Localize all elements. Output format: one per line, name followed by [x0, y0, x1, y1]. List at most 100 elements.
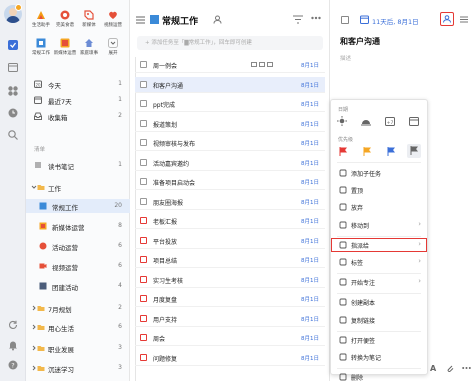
folder-july-plan[interactable]: 7月规划 2	[26, 301, 130, 315]
nav-inbox[interactable]: 收集箱 2	[26, 109, 130, 123]
menu-icon[interactable]	[136, 16, 145, 24]
quick-item-recipes[interactable]: 完美食谱	[53, 10, 77, 34]
menu-item-link[interactable]: 复制链接	[331, 313, 427, 327]
calendar-icon[interactable]	[360, 15, 369, 24]
focus-icon	[339, 278, 347, 286]
menu-item-abandon[interactable]: 放弃	[331, 200, 427, 214]
custom-date-icon[interactable]	[409, 116, 419, 126]
folder-mindful-life[interactable]: 用心生活 6	[26, 320, 130, 334]
task-title: 实习生考核	[153, 277, 184, 285]
task-checkbox[interactable]	[140, 197, 147, 205]
quick-item-life-assistant[interactable]: 生活助手	[29, 10, 53, 34]
task-row[interactable]: 平台投放 8月1日	[135, 233, 325, 249]
share-member-icon[interactable]	[213, 15, 222, 24]
task-checkbox[interactable]	[140, 178, 147, 185]
checkbox-icon[interactable]	[6, 38, 20, 52]
list-reading-notes[interactable]: 读书笔记 1	[26, 158, 130, 172]
nav-next-7-days[interactable]: 最近7天 1	[26, 93, 130, 107]
task-checkbox[interactable]	[140, 139, 147, 146]
clock-icon[interactable]	[6, 106, 20, 120]
menu-item-pin[interactable]: 置顶	[331, 183, 427, 197]
menu-item-assign[interactable]: 指派给 ›	[331, 237, 427, 252]
task-row[interactable]: 周会 8月1日	[135, 330, 325, 346]
menu-item-focus[interactable]: 开始专注 ›	[331, 275, 427, 289]
task-checkbox[interactable]	[140, 353, 147, 361]
task-row[interactable]: ppt完成 8月1日	[135, 96, 325, 112]
priority-medium-flag-icon[interactable]	[363, 147, 371, 156]
task-due-date: 8月1日	[301, 160, 319, 167]
menu-item-subtask[interactable]: 添加子任务	[331, 166, 427, 180]
task-checkbox[interactable]	[140, 217, 147, 224]
task-checkbox[interactable]	[140, 334, 147, 341]
folder-work[interactable]: 工作	[26, 180, 130, 194]
detail-checkbox[interactable]	[341, 16, 349, 24]
list-event-ops[interactable]: 活动运营 6	[26, 239, 130, 253]
priority-high-flag-icon[interactable]	[339, 147, 347, 156]
detail-title[interactable]: 和客户沟通	[340, 36, 380, 47]
bell-icon[interactable]	[6, 338, 20, 352]
nav-today[interactable]: 20 今天 1	[26, 77, 130, 91]
task-checkbox[interactable]	[140, 119, 147, 127]
assignee-button[interactable]	[440, 12, 454, 26]
quick-item-video-ops[interactable]: 视频运营	[101, 10, 125, 34]
task-row[interactable]: 报道策划 8月1日	[135, 116, 325, 132]
next-week-icon[interactable]: +7	[385, 116, 395, 126]
help-icon[interactable]: ?	[6, 358, 20, 372]
menu-item-tag[interactable]: 标签 ›	[331, 255, 427, 269]
search-icon[interactable]	[6, 128, 20, 142]
menu-item-trash[interactable]: 删除	[331, 370, 427, 381]
calendar-icon[interactable]	[6, 60, 20, 74]
detail-description[interactable]: 描述	[340, 54, 351, 62]
task-row[interactable]: 准备项目启动会 8月1日	[135, 174, 325, 190]
task-checkbox[interactable]	[140, 256, 147, 263]
task-checkbox[interactable]	[140, 236, 147, 244]
today-sun-icon[interactable]	[337, 116, 347, 126]
bold-icon[interactable]: A	[430, 364, 438, 372]
task-checkbox[interactable]	[140, 295, 147, 302]
menu-item-convert[interactable]: 转换为笔记	[331, 350, 427, 364]
priority-low-flag-icon[interactable]	[387, 147, 395, 156]
quick-item-household[interactable]: 家庭琐事	[77, 38, 101, 62]
task-checkbox[interactable]	[140, 158, 147, 166]
task-row[interactable]: 朋友圈海报 8月1日	[135, 194, 325, 210]
sync-icon[interactable]	[6, 318, 20, 332]
task-row[interactable]: 周一例会 8月1日	[135, 57, 325, 73]
task-row[interactable]: 活动嘉宾邀约 8月1日	[135, 155, 325, 171]
menu-item-move[interactable]: 移动到 ›	[331, 218, 427, 232]
quick-item-new-media-ops[interactable]: 新媒体运营	[53, 38, 77, 62]
task-row[interactable]: 视频审核与发布 8月1日	[135, 135, 325, 151]
priority-none-option[interactable]	[407, 144, 421, 158]
task-row[interactable]: 用户支持 8月1日	[135, 311, 325, 327]
menu-item-note[interactable]: 打开便签	[331, 333, 427, 347]
quick-item-new-media[interactable]: 新媒体	[77, 10, 101, 34]
list-routine-work[interactable]: 常规工作 20	[26, 199, 130, 213]
task-row[interactable]: 老板汇报 8月1日	[135, 213, 325, 229]
task-row[interactable]: 和客户沟通 8月1日	[135, 76, 325, 93]
list-new-media-ops[interactable]: 新媒体运营 8	[26, 219, 130, 233]
list-team-building[interactable]: 团建活动 4	[26, 279, 130, 293]
task-row[interactable]: 项目总结 8月1日	[135, 252, 325, 268]
attachment-icon[interactable]	[446, 364, 454, 372]
quick-item-routine-work[interactable]: 常规工作	[29, 38, 53, 62]
more-icon[interactable]	[462, 366, 471, 370]
task-checkbox[interactable]	[140, 100, 147, 107]
list-video-ops[interactable]: 视频运营 6	[26, 259, 130, 273]
detail-menu-icon[interactable]	[460, 16, 468, 23]
tomorrow-sunrise-icon[interactable]	[361, 116, 371, 126]
task-checkbox[interactable]	[140, 275, 147, 283]
task-checkbox[interactable]	[140, 314, 147, 322]
add-task-input[interactable]: + 添加任务至「▇常规工作」，回车即可创建	[137, 36, 323, 50]
sort-icon[interactable]	[293, 15, 303, 24]
folder-career[interactable]: 职业发展 3	[26, 341, 130, 355]
due-date[interactable]: 11天后, 8月1日	[372, 16, 419, 26]
task-row[interactable]: 月度复盘 8月1日	[135, 291, 325, 307]
task-row[interactable]: 问题修复 8月1日	[135, 350, 325, 366]
task-row[interactable]: 实习生考核 8月1日	[135, 272, 325, 288]
folder-study[interactable]: 沉迷学习 3	[26, 361, 130, 375]
task-checkbox[interactable]	[140, 80, 147, 88]
task-checkbox[interactable]	[140, 61, 147, 68]
quick-expand-button[interactable]: 展开	[101, 38, 125, 62]
menu-item-copy[interactable]: 创建副本	[331, 295, 427, 309]
apps-icon[interactable]	[6, 84, 20, 98]
more-icon[interactable]	[311, 16, 321, 20]
